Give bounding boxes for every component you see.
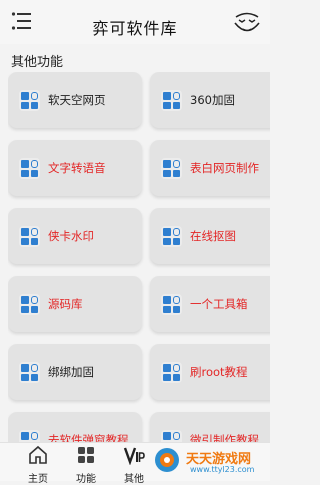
nav-other[interactable]: 其他 <box>114 445 154 485</box>
face-icon[interactable] <box>232 8 262 36</box>
tool-card[interactable]: 微引制作教程 <box>150 412 270 442</box>
tool-label: 360加固 <box>190 93 235 107</box>
tool-label: 微引制作教程 <box>190 433 259 442</box>
section-title: 其他功能 <box>11 55 64 70</box>
tool-label: 去软件弹窗教程 <box>48 433 129 442</box>
app-grid-icon <box>161 430 182 442</box>
tool-card[interactable]: 在线抠图 <box>150 208 270 264</box>
app-grid-icon <box>19 362 40 383</box>
tool-label: 源码库 <box>48 297 83 311</box>
tool-card[interactable]: 绑绑加固 <box>8 344 142 400</box>
app-grid-icon <box>19 294 40 315</box>
tool-card[interactable]: 侠卡水印 <box>8 208 142 264</box>
watermark: 天天游戏网 www.ttyl23.com <box>152 446 264 476</box>
tool-label: 在线抠图 <box>190 229 236 243</box>
tool-label: 绑绑加固 <box>48 365 94 379</box>
tool-card[interactable]: 软天空网页 <box>8 72 142 128</box>
tool-card[interactable]: 源码库 <box>8 276 142 332</box>
nav-label: 其他 <box>124 474 144 485</box>
tool-label: 刷root教程 <box>190 365 248 379</box>
watermark-url: www.ttyl23.com <box>190 465 255 474</box>
tools-grid: 软天空网页 360加固 文字转语音 表白网页制作 侠卡水印 在线抠图 源码库 一… <box>8 72 270 442</box>
nav-home[interactable]: 主页 <box>18 445 58 485</box>
tool-label: 文字转语音 <box>48 161 106 175</box>
tool-card[interactable]: 刷root教程 <box>150 344 270 400</box>
app-grid-icon <box>19 158 40 179</box>
tool-card[interactable]: 360加固 <box>150 72 270 128</box>
vip-icon <box>123 447 145 466</box>
app-grid-icon <box>19 430 40 442</box>
tool-card[interactable]: 表白网页制作 <box>150 140 270 196</box>
tool-label: 侠卡水印 <box>48 229 94 243</box>
watermark-logo-icon <box>155 448 179 472</box>
app-header: 弈可软件库 <box>0 0 270 44</box>
app-grid-icon <box>161 158 182 179</box>
app-grid-icon <box>161 90 182 111</box>
nav-functions[interactable]: 功能 <box>66 445 106 485</box>
home-icon <box>29 445 47 464</box>
nav-label: 主页 <box>28 474 48 485</box>
tool-label: 软天空网页 <box>48 93 106 107</box>
tool-label: 表白网页制作 <box>190 161 259 175</box>
app-grid-icon <box>19 90 40 111</box>
tool-card[interactable]: 一个工具箱 <box>150 276 270 332</box>
app-grid-icon <box>19 226 40 247</box>
tool-card[interactable]: 去软件弹窗教程 <box>8 412 142 442</box>
page-title: 弈可软件库 <box>92 19 178 38</box>
tool-label: 一个工具箱 <box>190 297 248 311</box>
app-grid-icon <box>161 294 182 315</box>
app-grid-icon <box>161 362 182 383</box>
grid-icon <box>78 447 94 463</box>
nav-label: 功能 <box>76 474 96 485</box>
tool-card[interactable]: 文字转语音 <box>8 140 142 196</box>
app-grid-icon <box>161 226 182 247</box>
